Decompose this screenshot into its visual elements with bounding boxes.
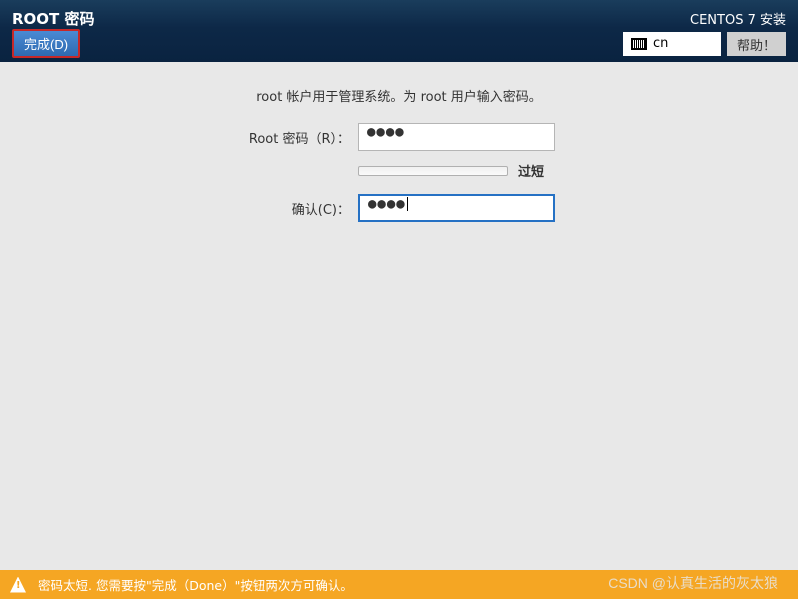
keyboard-layout-selector[interactable]: cn (623, 32, 721, 56)
main-content: root 帐户用于管理系统。为 root 用户输入密码。 Root 密码（R）：… (0, 62, 798, 222)
help-button[interactable]: 帮助！ (727, 32, 786, 56)
page-title: ROOT 密码 (12, 8, 95, 29)
header-row-bottom: 完成(D) cn 帮助！ (12, 29, 786, 58)
installer-label: CENTOS 7 安装 (690, 9, 786, 28)
watermark-text: CSDN @认真生活的灰太狼 (608, 573, 778, 593)
strength-row: 过短 (358, 161, 798, 180)
password-row: Root 密码（R）： ●●●● (240, 123, 798, 151)
password-mask: ●●●● (367, 124, 405, 140)
warning-text: 密码太短. 您需要按"完成（Done）"按钮两次方可确认。 (38, 575, 353, 594)
root-password-input[interactable]: ●●●● (358, 123, 555, 151)
password-strength-text: 过短 (518, 161, 544, 180)
password-strength-bar (358, 166, 508, 176)
confirm-password-input[interactable]: ●●●● (358, 194, 555, 222)
keyboard-icon (631, 38, 647, 50)
done-button[interactable]: 完成(D) (12, 29, 80, 58)
confirm-row: 确认(C)： ●●●● (240, 194, 798, 222)
text-cursor (407, 197, 408, 211)
keyboard-layout-label: cn (653, 36, 668, 51)
header-bar: ROOT 密码 CENTOS 7 安装 完成(D) cn 帮助！ (0, 0, 798, 62)
confirm-mask: ●●●● (368, 196, 406, 212)
confirm-label: 确认(C)： (240, 199, 350, 218)
header-right-controls: cn 帮助！ (623, 32, 786, 56)
instruction-text: root 帐户用于管理系统。为 root 用户输入密码。 (0, 86, 798, 105)
password-label: Root 密码（R）： (240, 128, 350, 147)
warning-icon (10, 577, 26, 593)
header-row-top: ROOT 密码 CENTOS 7 安装 (12, 8, 786, 29)
